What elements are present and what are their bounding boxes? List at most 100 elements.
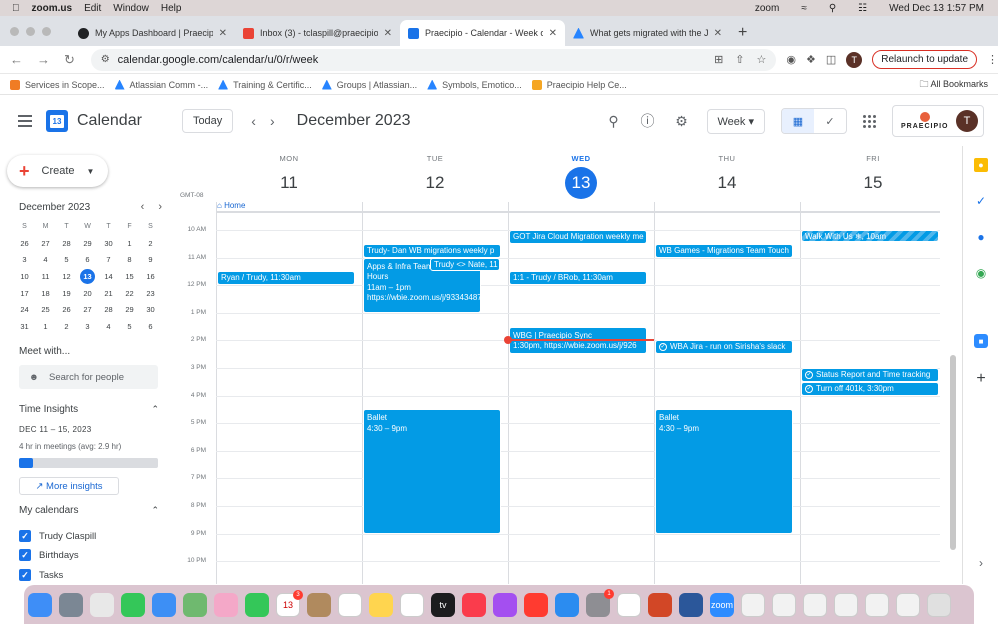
mini-day[interactable]: 3 <box>14 251 35 268</box>
control-center-icon[interactable]: ☷ <box>858 3 867 14</box>
mini-day[interactable]: 4 <box>35 251 56 268</box>
event-chip[interactable]: GOT Jira Cloud Migration weekly me <box>509 230 647 244</box>
task-check-icon[interactable]: ✓ <box>805 370 813 379</box>
mini-day[interactable]: 11 <box>35 268 56 285</box>
mini-day[interactable]: 20 <box>77 285 98 302</box>
help-icon[interactable]: ⓘ <box>639 111 657 131</box>
zoom-status-icon[interactable]: zoom <box>755 3 779 14</box>
search-people-input[interactable]: ☻ Search for people <box>19 365 158 389</box>
add-addon-icon[interactable]: + <box>974 370 988 387</box>
mini-day[interactable]: 26 <box>14 235 35 252</box>
tab-migration-doc[interactable]: What gets migrated with the J ✕ <box>565 20 730 46</box>
my-calendars-heading[interactable]: My calendars ⌃ <box>19 505 159 516</box>
prev-week-icon[interactable]: ‹ <box>251 113 256 129</box>
mail-icon[interactable] <box>152 592 176 617</box>
mini-day[interactable]: 19 <box>56 285 77 302</box>
day-number[interactable]: 11 <box>216 167 362 199</box>
calendar-icon[interactable]: 13 3 <box>276 589 303 617</box>
day-number[interactable]: 14 <box>654 167 800 199</box>
powerpoint-icon[interactable] <box>648 592 672 617</box>
mini-day[interactable]: 5 <box>119 318 140 335</box>
mini-day[interactable]: 10 <box>14 268 35 285</box>
wifi-icon[interactable]: ≈ <box>801 3 807 14</box>
zoom-icon[interactable]: zoom <box>710 592 734 617</box>
slack-icon[interactable] <box>617 592 641 617</box>
menu-edit[interactable]: Edit <box>84 3 101 14</box>
mini-day[interactable]: 29 <box>77 235 98 252</box>
extension-icon[interactable]: ◉ <box>786 53 796 66</box>
mini-day[interactable]: 30 <box>140 301 161 318</box>
event-chip[interactable]: 1:1 - Trudy / BRob, 11:30am <box>509 271 647 286</box>
view-selector[interactable]: Week ▾ <box>706 108 765 134</box>
mini-day[interactable]: 18 <box>35 285 56 302</box>
apple-icon[interactable]:  <box>12 3 20 14</box>
calendar-item-tasks[interactable]: ✓ Tasks <box>19 569 63 581</box>
mini-day[interactable]: 30 <box>98 235 119 252</box>
mini-day[interactable]: 8 <box>119 251 140 268</box>
trash-icon[interactable] <box>927 592 951 617</box>
task-chip[interactable]: ✓ WBA Jira - run on Sirisha's slack <box>655 340 793 355</box>
profile-avatar[interactable]: T <box>846 51 863 68</box>
facetime-icon[interactable] <box>245 592 269 617</box>
mini-day[interactable]: 28 <box>56 235 77 252</box>
day-header-fri[interactable]: FRI 15 <box>800 154 940 199</box>
close-tab-icon[interactable]: ✕ <box>549 28 557 39</box>
event-chip[interactable]: Trudy- Dan WB migrations weekly p <box>363 243 501 258</box>
forward-icon[interactable]: → <box>37 52 50 68</box>
mini-day[interactable]: 6 <box>77 251 98 268</box>
messages-icon[interactable] <box>121 592 145 617</box>
mini-day[interactable]: 1 <box>35 318 56 335</box>
close-tab-icon[interactable]: ✕ <box>384 28 392 39</box>
reminders-icon[interactable] <box>338 592 362 617</box>
menubar-app-name[interactable]: zoom.us <box>32 3 73 14</box>
back-icon[interactable]: ← <box>10 52 23 68</box>
day-header-wed[interactable]: WED 13 <box>508 154 654 199</box>
mini-day[interactable]: 21 <box>98 285 119 302</box>
tasks-view-icon[interactable]: ✓ <box>814 109 846 133</box>
zoom-addon-icon[interactable]: ■ <box>974 334 988 348</box>
doc-thumb-2-icon[interactable] <box>803 592 827 617</box>
mini-next-icon[interactable]: › <box>158 201 162 213</box>
create-button[interactable]: + Create ▼ <box>7 155 108 187</box>
music-icon[interactable] <box>462 592 486 617</box>
relaunch-button[interactable]: Relaunch to update <box>872 50 977 69</box>
time-insights-heading[interactable]: Time Insights ⌃ <box>19 404 159 415</box>
puzzle-icon[interactable]: ❖ <box>806 53 816 66</box>
mini-day[interactable]: 31 <box>14 318 35 335</box>
bookmark-item[interactable]: Services in Scope... <box>10 79 105 90</box>
day-header-thu[interactable]: THU 14 <box>654 154 800 199</box>
event-chip[interactable]: Trudy <> Nate, 11 <box>430 257 500 272</box>
day-header-mon[interactable]: MON 11 <box>216 154 362 199</box>
reload-icon[interactable]: ↻ <box>64 52 75 68</box>
mini-day[interactable]: 14 <box>98 268 119 285</box>
bookmark-item[interactable]: Symbols, Emotico... <box>427 79 522 90</box>
tab-calendar[interactable]: Praecipio - Calendar - Week of ✕ <box>400 20 565 46</box>
mini-prev-icon[interactable]: ‹ <box>141 201 145 213</box>
photos-icon[interactable] <box>214 592 238 617</box>
menu-window[interactable]: Window <box>113 3 149 14</box>
checkbox-icon[interactable]: ✓ <box>19 549 31 561</box>
menubar-clock[interactable]: Wed Dec 13 1:57 PM <box>889 3 984 14</box>
event-chip[interactable]: Ballet 4:30 – 9pm <box>655 409 793 534</box>
chrome-icon[interactable] <box>90 592 114 617</box>
task-check-icon[interactable]: ✓ <box>805 384 813 393</box>
calendar-view-icon[interactable]: ▦ <box>782 109 814 133</box>
chevron-up-icon[interactable]: ⌃ <box>151 505 159 516</box>
more-insights-button[interactable]: ↗ More insights <box>19 477 119 495</box>
maps-icon[interactable]: ◉ <box>974 266 988 280</box>
mini-day[interactable]: 28 <box>98 301 119 318</box>
launchpad-icon[interactable] <box>59 592 83 617</box>
close-tab-icon[interactable]: ✕ <box>714 28 722 39</box>
mini-day[interactable]: 24 <box>14 301 35 318</box>
mini-day[interactable]: 6 <box>140 318 161 335</box>
bookmark-item[interactable]: Groups | Atlassian... <box>321 79 417 90</box>
mini-day[interactable]: 7 <box>98 251 119 268</box>
keep-icon[interactable]: ● <box>974 158 988 172</box>
day-number[interactable]: 15 <box>800 167 940 199</box>
mini-day[interactable]: 13 <box>77 268 98 285</box>
mini-day[interactable]: 2 <box>56 318 77 335</box>
doc-thumb-4-icon[interactable] <box>865 592 889 617</box>
mini-day[interactable]: 1 <box>119 235 140 252</box>
checkbox-icon[interactable]: ✓ <box>19 569 31 581</box>
chevron-up-icon[interactable]: ⌃ <box>151 404 159 415</box>
